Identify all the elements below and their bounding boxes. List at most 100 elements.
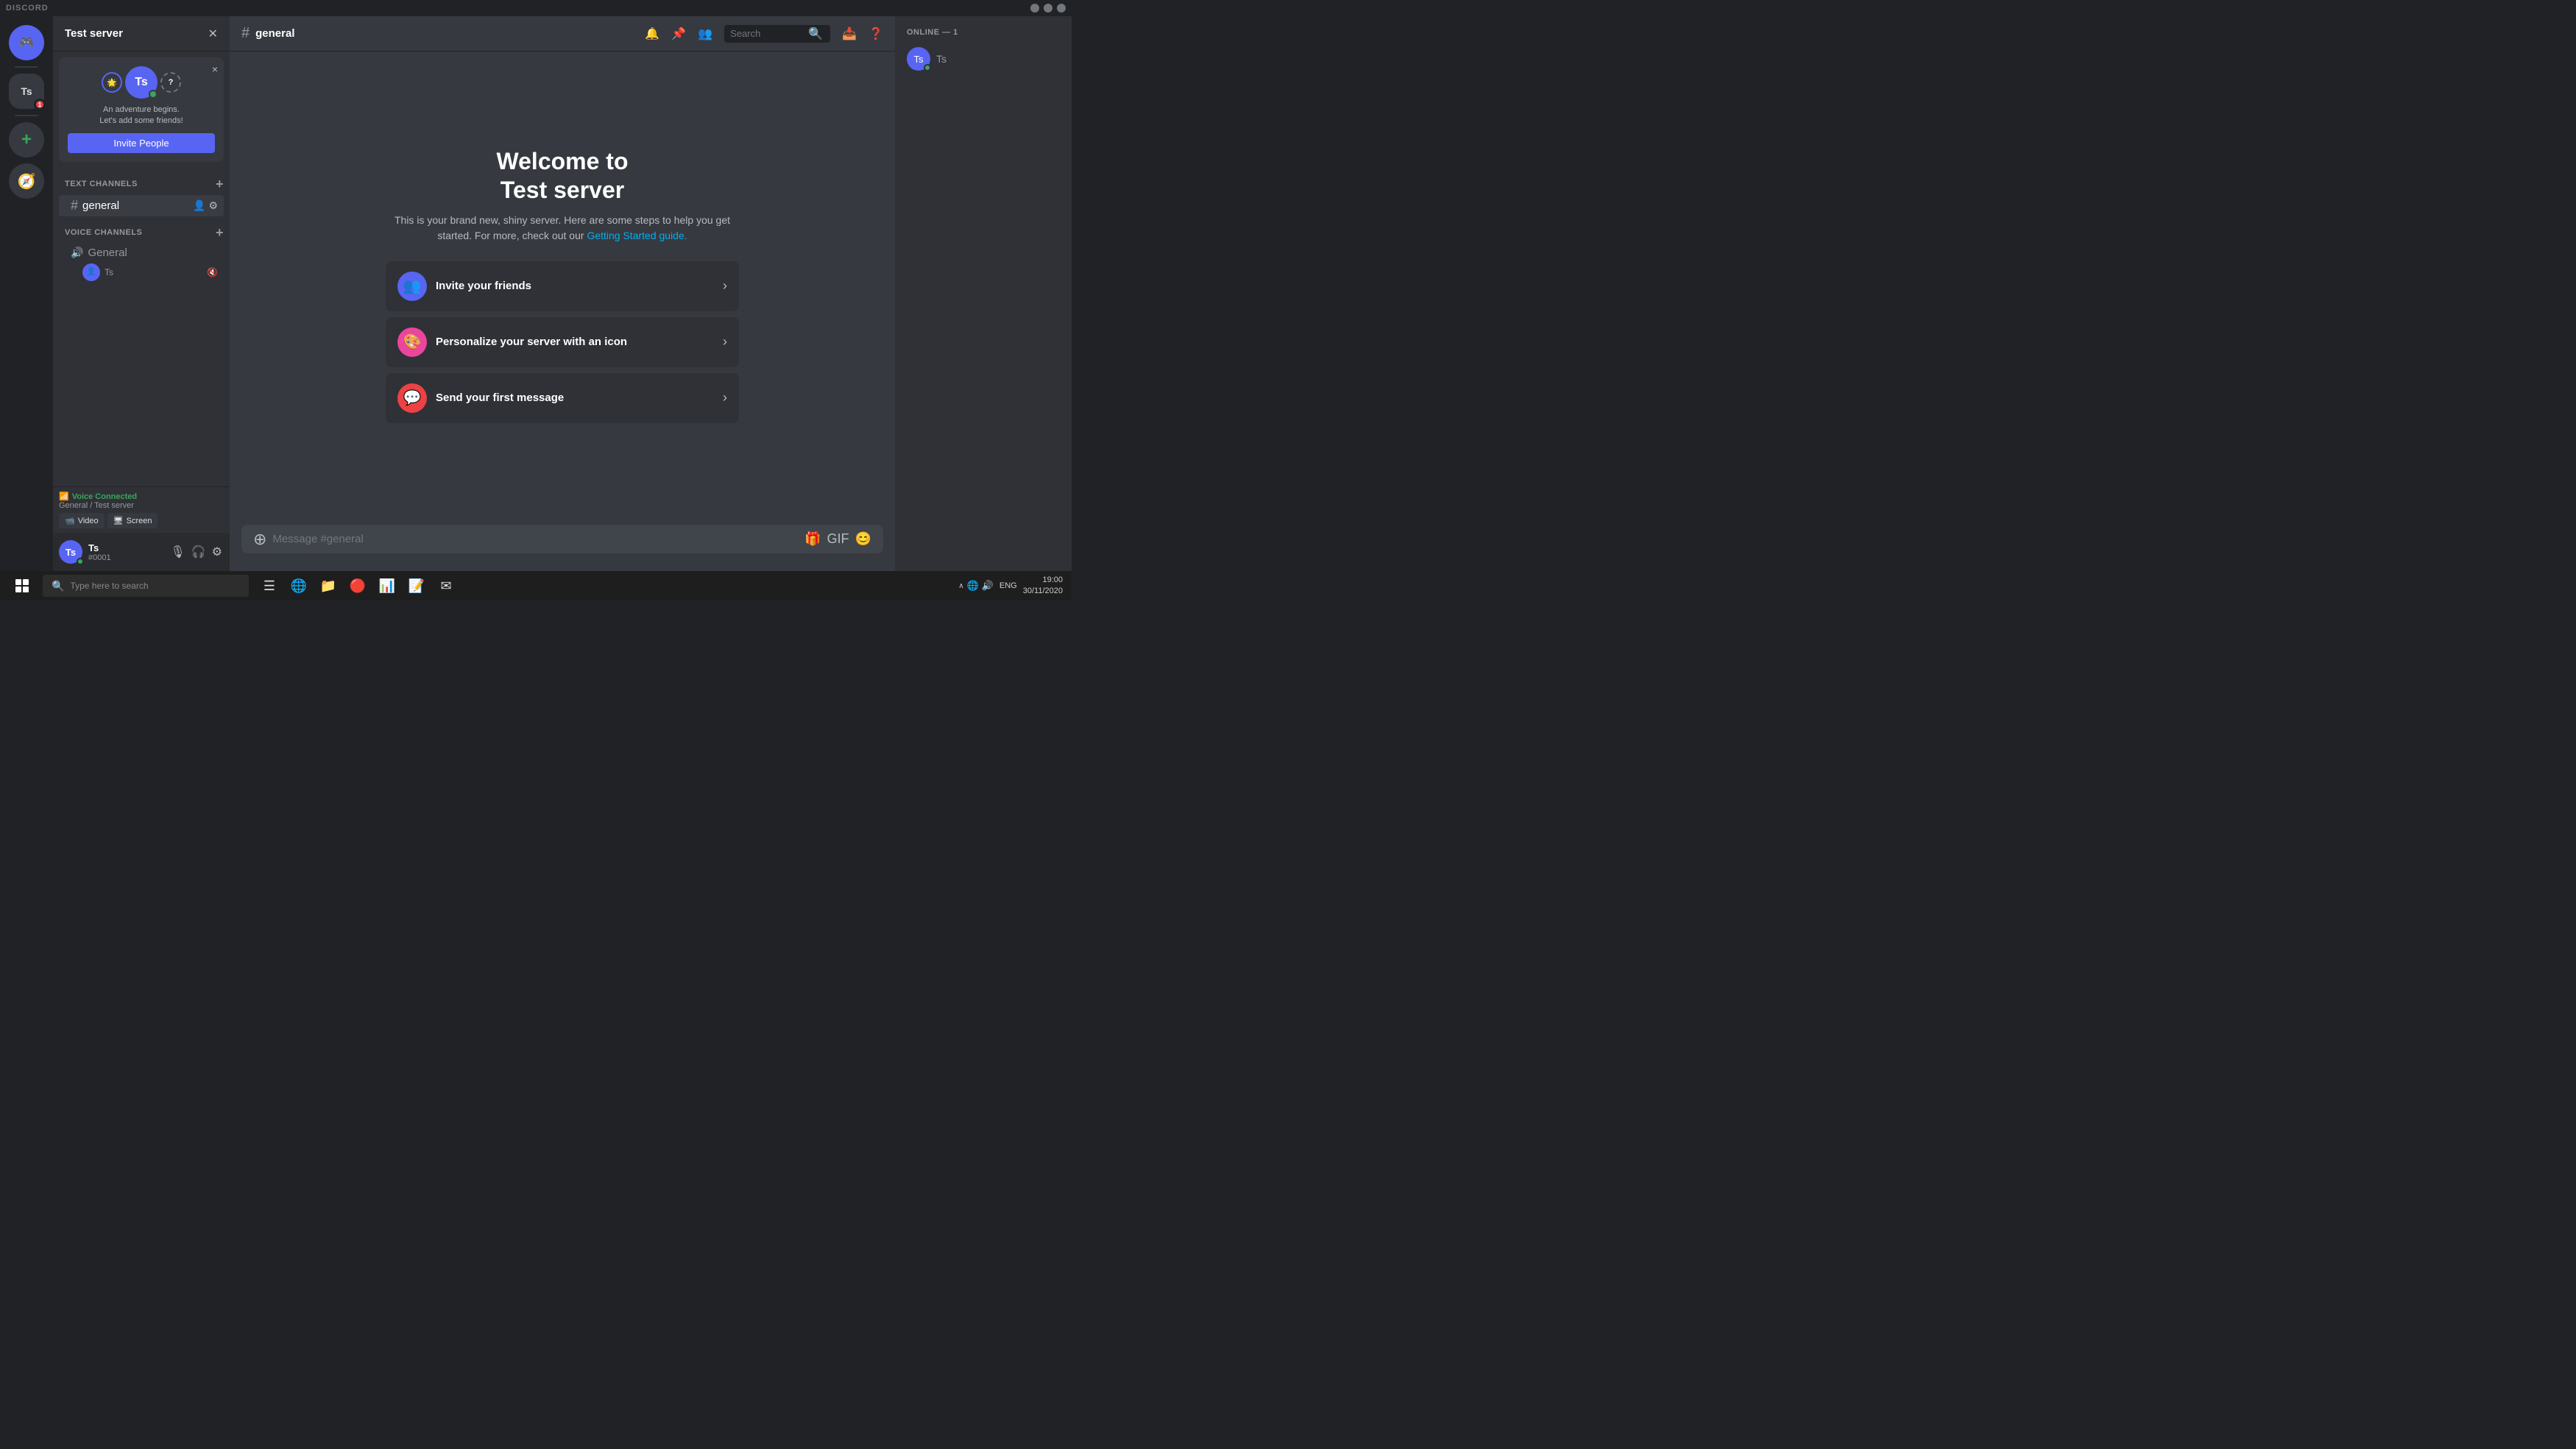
voice-channel-icon: 🔊 [71, 247, 83, 259]
server-divider [15, 66, 38, 68]
voice-video-button[interactable]: 📹 Video [59, 513, 105, 528]
add-server-icon: + [21, 130, 32, 150]
channel-header-actions: 🔔 📌 👥 🔍 📥 ❓ [645, 25, 883, 43]
taskbar-apps: ☰ 🌐 📁 🔴 📊 📝 ✉ [256, 573, 459, 599]
taskbar-app-edge[interactable]: 🌐 [286, 573, 312, 599]
search-input[interactable] [730, 28, 804, 39]
message-input-actions: 🎁 GIF 😊 [804, 531, 871, 547]
pin-icon[interactable]: 📌 [671, 26, 686, 41]
members-icon[interactable]: 👥 [698, 26, 712, 41]
emoji-icon[interactable]: 😊 [855, 531, 871, 547]
personalize-text: Personalize your server with an icon [436, 336, 723, 348]
taskbar-app-outlook[interactable]: ✉ [433, 573, 459, 599]
taskbar-app-explorer[interactable]: 📁 [315, 573, 342, 599]
notification-bell-icon[interactable]: 🔔 [645, 26, 659, 41]
voice-channel-general[interactable]: 🔊 General [59, 244, 224, 262]
channel-sidebar: Test server ✕ × 🌟 Ts ? An adventure begi… [53, 16, 230, 571]
message-attach-button[interactable]: ⊕ [253, 530, 266, 549]
message-input[interactable] [272, 525, 799, 553]
taskbar-right: ∧ 🌐 🔊 ENG 19:00 30/11/2020 [958, 575, 1069, 598]
server-header[interactable]: Test server ✕ [53, 16, 230, 52]
notification-badge: 1 [34, 99, 46, 110]
start-button[interactable] [3, 571, 41, 600]
welcome-section: Welcome to Test server This is your bran… [386, 147, 739, 429]
add-text-channel-button[interactable]: + [216, 177, 224, 192]
voice-controls: 📹 Video 🖥 Screen [59, 513, 224, 528]
send-message-icon: 💬 [397, 383, 427, 413]
voice-channels-header[interactable]: VOICE CHANNELS + [53, 222, 230, 244]
add-server-button[interactable]: + [9, 122, 44, 157]
server-sidebar: 🎮 Ts 1 + 🧭 [0, 16, 53, 571]
close-button[interactable] [1057, 4, 1066, 13]
welcome-description: This is your brand new, shiny server. He… [386, 213, 739, 244]
text-channels-section: TEXT CHANNELS + # general 👤 ⚙ [53, 174, 230, 216]
search-icon: 🔍 [808, 26, 823, 41]
channel-list: TEXT CHANNELS + # general 👤 ⚙ VOICE CHAN… [53, 168, 230, 486]
user-discriminator: #0001 [88, 553, 163, 562]
server-icon-test[interactable]: Ts 1 [9, 74, 44, 109]
online-user-item[interactable]: Ts Ts [895, 43, 1072, 75]
explore-servers-button[interactable]: 🧭 [9, 163, 44, 199]
personalize-chevron: › [723, 334, 727, 350]
voice-signal-icon: 📶 [59, 492, 69, 501]
outlook-icon: ✉ [440, 578, 451, 594]
channel-item-general[interactable]: # general 👤 ⚙ [59, 195, 224, 216]
taskbar-app-excel[interactable]: 📊 [374, 573, 400, 599]
volume-icon[interactable]: 🔊 [982, 580, 994, 592]
voice-screen-button[interactable]: 🖥 Screen [107, 513, 158, 528]
server-name: Test server [65, 27, 123, 40]
taskbar-search-input[interactable] [70, 581, 217, 591]
text-channel-icon: # [71, 198, 78, 213]
server-initials: Ts [21, 85, 32, 97]
chrome-icon: 🔴 [350, 578, 366, 594]
discord-home-button[interactable]: 🎮 [9, 25, 44, 60]
minimize-button[interactable] [1030, 4, 1039, 13]
taskbar-app-chrome[interactable]: 🔴 [344, 573, 371, 599]
explorer-icon: 📁 [320, 578, 336, 594]
network-icon[interactable]: 🌐 [967, 580, 979, 592]
voice-user-avatar: 👤 [82, 263, 100, 281]
chat-area: Welcome to Test server This is your bran… [230, 52, 895, 525]
online-header: ONLINE — 1 [895, 28, 1072, 43]
user-settings-button[interactable]: ⚙ [210, 543, 224, 561]
personalize-title: Personalize your server with an icon [436, 336, 723, 348]
deafen-button[interactable]: 🎧 [190, 543, 208, 561]
welcome-action-message[interactable]: 💬 Send your first message › [386, 373, 739, 423]
send-message-text: Send your first message [436, 392, 723, 404]
user-panel: Ts Ts #0001 🎙 🎧 ⚙ [53, 533, 230, 571]
help-icon[interactable]: ❓ [868, 26, 883, 41]
user-controls: 🎙 🎧 ⚙ [169, 543, 224, 561]
app-title: DISCORD [6, 4, 49, 13]
inbox-icon[interactable]: 📥 [842, 26, 857, 41]
gift-icon[interactable]: 🎁 [804, 531, 821, 547]
search-box: 🔍 [724, 25, 830, 43]
taskbar-lang: ENG [999, 581, 1017, 590]
taskbar-clock[interactable]: 19:00 30/11/2020 [1023, 575, 1063, 598]
channel-invite-icon[interactable]: 👤 [193, 199, 205, 212]
windows-icon [15, 579, 29, 592]
taskbar-app-word[interactable]: 📝 [403, 573, 430, 599]
task-view-icon: ☰ [263, 578, 275, 594]
channel-header-hash-icon: # [241, 25, 250, 42]
maximize-button[interactable] [1044, 4, 1052, 13]
invite-people-button[interactable]: Invite People [68, 133, 215, 153]
user-name: Ts [88, 542, 163, 553]
taskbar-app-task-view[interactable]: ☰ [256, 573, 283, 599]
invite-popup: × 🌟 Ts ? An adventure begins. Let's add … [59, 57, 224, 162]
gif-icon[interactable]: GIF [827, 531, 849, 547]
mute-button[interactable]: 🎙 [169, 543, 186, 561]
systray-expand-icon[interactable]: ∧ [958, 582, 963, 590]
voice-user-item: 👤 Ts 🔇 [59, 262, 224, 283]
invite-close-button[interactable]: × [212, 63, 218, 75]
welcome-title: Welcome to Test server [497, 147, 629, 204]
welcome-action-invite[interactable]: 👥 Invite your friends › [386, 261, 739, 311]
online-user-avatar: Ts [907, 47, 930, 71]
getting-started-link[interactable]: Getting Started guide. [587, 230, 687, 241]
channel-settings-icon[interactable]: ⚙ [208, 199, 218, 212]
user-info: Ts #0001 [88, 542, 163, 562]
add-voice-channel-button[interactable]: + [216, 225, 224, 241]
user-status-dot [77, 558, 84, 565]
welcome-action-personalize[interactable]: 🎨 Personalize your server with an icon › [386, 317, 739, 367]
text-channels-header[interactable]: TEXT CHANNELS + [53, 174, 230, 195]
invite-avatar-status [149, 90, 158, 99]
